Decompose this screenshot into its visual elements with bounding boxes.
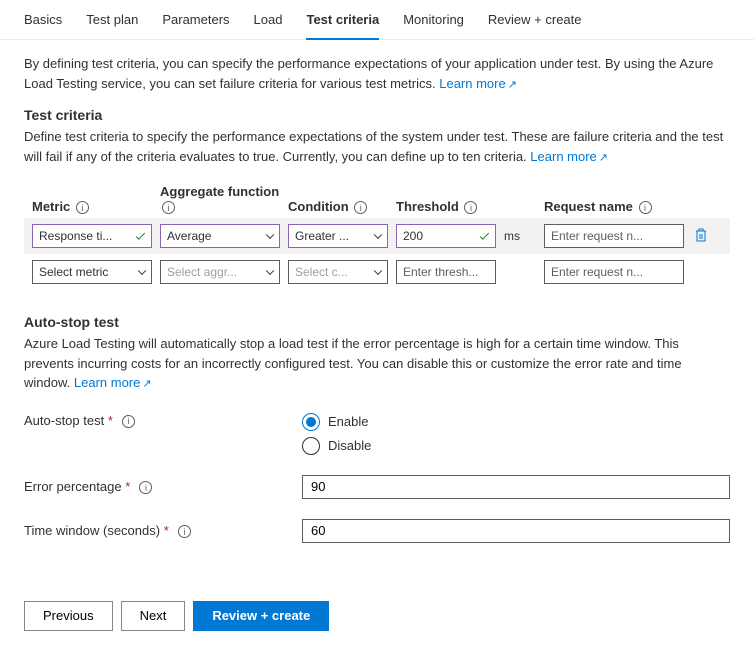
- section-title-auto-stop: Auto-stop test: [24, 314, 730, 330]
- tab-basics[interactable]: Basics: [24, 0, 62, 39]
- aggregate-select[interactable]: Average: [160, 224, 280, 248]
- time-window-label: Time window (seconds) * i: [24, 523, 302, 538]
- aggregate-select[interactable]: Select aggr...: [160, 260, 280, 284]
- header-condition: Condition i: [288, 199, 388, 214]
- time-window-input[interactable]: [302, 519, 730, 543]
- info-icon[interactable]: i: [76, 201, 89, 214]
- threshold-input[interactable]: 200: [396, 224, 496, 248]
- info-icon[interactable]: i: [464, 201, 477, 214]
- tab-test-plan[interactable]: Test plan: [86, 0, 138, 39]
- tabs-bar: Basics Test plan Parameters Load Test cr…: [0, 0, 754, 40]
- delete-row-button[interactable]: [692, 226, 710, 244]
- intro-body: By defining test criteria, you can speci…: [24, 56, 713, 91]
- threshold-input[interactable]: Enter thresh...: [396, 260, 496, 284]
- chevron-down-icon: [266, 267, 274, 275]
- request-name-input[interactable]: Enter request n...: [544, 224, 684, 248]
- radio-enable-label: Enable: [328, 414, 368, 429]
- radio-icon: [302, 437, 320, 455]
- auto-stop-radio-group: Enable Disable: [302, 413, 371, 455]
- metric-select[interactable]: Select metric: [32, 260, 152, 284]
- learn-more-link-intro[interactable]: Learn more↗: [439, 76, 517, 91]
- tab-test-criteria[interactable]: Test criteria: [306, 0, 379, 39]
- header-aggregate: Aggregate function i: [160, 184, 280, 214]
- radio-disable-label: Disable: [328, 438, 371, 453]
- auto-stop-label: Auto-stop test * i: [24, 413, 302, 428]
- radio-enable[interactable]: Enable: [302, 413, 371, 431]
- tab-review-create[interactable]: Review + create: [488, 0, 582, 39]
- external-link-icon: ↗: [599, 150, 608, 167]
- section-desc-text: Define test criteria to specify the perf…: [24, 129, 723, 164]
- external-link-icon: ↗: [142, 376, 151, 393]
- criteria-header-row: Metric i Aggregate function i Condition …: [24, 180, 730, 218]
- auto-stop-description: Azure Load Testing will automatically st…: [24, 334, 730, 393]
- header-request-name: Request name i: [544, 199, 684, 214]
- condition-select[interactable]: Greater ...: [288, 224, 388, 248]
- info-icon[interactable]: i: [178, 525, 191, 538]
- request-name-input[interactable]: Enter request n...: [544, 260, 684, 284]
- tab-load[interactable]: Load: [254, 0, 283, 39]
- error-percentage-input[interactable]: [302, 475, 730, 499]
- header-threshold: Threshold i: [396, 199, 496, 214]
- learn-more-link-criteria[interactable]: Learn more↗: [530, 149, 608, 164]
- chevron-down-icon: [266, 231, 274, 239]
- previous-button[interactable]: Previous: [24, 601, 113, 631]
- info-icon[interactable]: i: [639, 201, 652, 214]
- info-icon[interactable]: i: [122, 415, 135, 428]
- check-icon: [480, 231, 489, 240]
- metric-select[interactable]: Response ti...: [32, 224, 152, 248]
- error-percentage-label: Error percentage * i: [24, 479, 302, 494]
- header-metric: Metric i: [32, 199, 152, 214]
- footer-actions: Previous Next Review + create: [0, 581, 754, 651]
- tab-monitoring[interactable]: Monitoring: [403, 0, 464, 39]
- condition-select[interactable]: Select c...: [288, 260, 388, 284]
- info-icon[interactable]: i: [354, 201, 367, 214]
- chevron-down-icon: [374, 231, 382, 239]
- chevron-down-icon: [374, 267, 382, 275]
- criteria-table: Metric i Aggregate function i Condition …: [24, 180, 730, 290]
- review-create-button[interactable]: Review + create: [193, 601, 329, 631]
- radio-disable[interactable]: Disable: [302, 437, 371, 455]
- info-icon[interactable]: i: [162, 201, 175, 214]
- check-icon: [136, 231, 145, 240]
- criteria-row: Response ti... Average Greater ... 200 m…: [24, 218, 730, 254]
- learn-more-link-autostop[interactable]: Learn more↗: [74, 375, 152, 390]
- section-title-test-criteria: Test criteria: [24, 107, 730, 123]
- next-button[interactable]: Next: [121, 601, 186, 631]
- tab-parameters[interactable]: Parameters: [162, 0, 229, 39]
- radio-icon: [302, 413, 320, 431]
- section-description: Define test criteria to specify the perf…: [24, 127, 730, 166]
- threshold-unit: ms: [504, 229, 536, 243]
- chevron-down-icon: [138, 267, 146, 275]
- info-icon[interactable]: i: [139, 481, 152, 494]
- criteria-row: Select metric Select aggr... Select c...…: [24, 254, 730, 290]
- external-link-icon: ↗: [508, 77, 517, 94]
- intro-text: By defining test criteria, you can speci…: [24, 54, 730, 93]
